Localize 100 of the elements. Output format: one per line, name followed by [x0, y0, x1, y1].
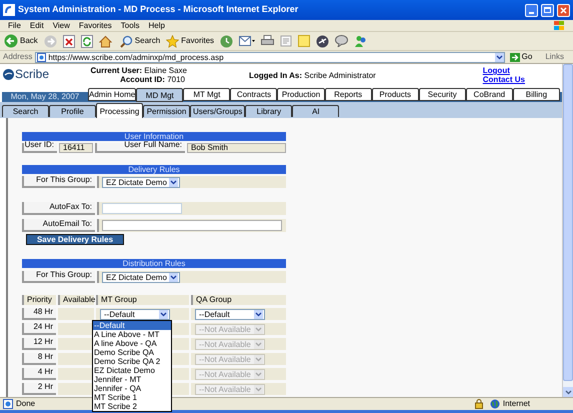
menu-item[interactable]: File [8, 20, 21, 30]
column-header: Priority [22, 295, 56, 305]
main-tab[interactable]: Admin Home [88, 88, 136, 101]
page-icon [3, 399, 13, 409]
main-tab[interactable]: Production [277, 88, 325, 101]
group-select[interactable]: EZ Dictate Demo [102, 272, 180, 282]
sub-tab[interactable]: Library [245, 105, 292, 117]
dropdown-arrow-icon [254, 324, 263, 334]
go-arrow-icon [510, 52, 520, 62]
mail-icon[interactable] [239, 35, 256, 47]
printer-icon[interactable] [261, 35, 274, 47]
available-cell [58, 308, 94, 320]
field-label: AutoFax To: [22, 202, 95, 215]
section-header: Delivery Rules [22, 165, 286, 174]
sub-tab[interactable]: Search [2, 105, 49, 117]
dropdown-option[interactable]: Jennifer - MT [93, 375, 171, 384]
main-tab[interactable]: CoBrand [466, 88, 513, 101]
available-cell [58, 353, 94, 365]
browser-icon [3, 4, 15, 16]
field-label: 2 Hr [22, 383, 56, 395]
dropdown-arrow-icon [254, 384, 263, 394]
save-delivery-rules-button[interactable]: Save Delivery Rules [26, 234, 124, 245]
field-label: For This Group: [22, 176, 95, 188]
messenger-icon[interactable] [354, 34, 368, 48]
minimize-button[interactable] [525, 4, 538, 16]
logo-swirl-icon [3, 68, 14, 80]
available-cell [58, 383, 94, 395]
field-label: User ID: [22, 143, 57, 153]
main-tab[interactable]: Reports [324, 88, 372, 101]
close-button[interactable] [557, 4, 570, 16]
dropdown-option[interactable]: A Line Above - MT [93, 330, 171, 339]
dropdown-option[interactable]: MT Scribe 1 [93, 393, 171, 402]
close-icon [560, 6, 567, 14]
main-tab[interactable]: Security [418, 88, 466, 101]
sub-tab[interactable]: Permission [143, 105, 190, 117]
search-icon [120, 34, 133, 48]
mt-group-select[interactable]: --Default [100, 308, 170, 320]
refresh-icon[interactable] [80, 34, 93, 48]
column-header: QA Group [191, 295, 286, 305]
edit-page-icon[interactable] [280, 35, 292, 47]
dropdown-option[interactable]: Demo Scribe QA [93, 348, 171, 357]
menu-item[interactable]: Help [148, 20, 165, 30]
globe-icon [490, 399, 500, 409]
window-title: System Administration - MD Process - Microsoft Internet Explorer [18, 3, 300, 16]
autoemail-input[interactable] [102, 220, 282, 231]
dropdown-option[interactable]: Jennifer - QA [93, 384, 171, 393]
dropdown-option[interactable]: Demo Scribe QA 2 [93, 357, 171, 366]
sub-tab[interactable]: AI [292, 105, 340, 117]
address-label: Address [3, 51, 32, 63]
field-label: 48 Hr [22, 308, 56, 320]
favorites-button[interactable]: Favorites [166, 34, 214, 48]
sub-tab[interactable]: Profile [49, 105, 96, 117]
menu-item[interactable]: Edit [30, 20, 44, 30]
field-label: 12 Hr [22, 338, 56, 350]
main-tab[interactable]: Billing [512, 88, 560, 101]
group-select[interactable]: EZ Dictate Demo [102, 176, 180, 188]
zone-text: Internet [502, 398, 531, 410]
back-button[interactable]: Back [4, 34, 38, 48]
menu-item[interactable]: View [52, 20, 70, 30]
maximize-button[interactable] [541, 4, 554, 16]
address-field[interactable]: https://www.scribe.com/adminxp/md_process.asp [35, 52, 505, 62]
section-header: Distribution Rules [22, 259, 286, 268]
header-link[interactable]: Contact Us [482, 75, 525, 84]
main-tab[interactable]: MD Mgt [136, 88, 184, 102]
speech-bubble-icon[interactable] [335, 35, 348, 47]
dropdown-arrow-icon [254, 340, 263, 348]
field-label: AutoEmail To: [22, 219, 95, 232]
menu-item[interactable]: Tools [120, 20, 140, 30]
star-icon [166, 34, 180, 48]
field-label: 8 Hr [22, 353, 56, 365]
home-icon[interactable] [98, 34, 112, 48]
history-icon[interactable] [220, 34, 234, 48]
sub-tab[interactable]: Users/Groups [190, 105, 246, 117]
dropdown-option[interactable]: --Default [93, 321, 171, 330]
date-banner: Mon, May 28, 2007 [2, 92, 88, 102]
dropdown-option[interactable]: MT Scribe 2 [93, 402, 171, 411]
logged-in-text: Logged In As: Scribe Administrator [249, 70, 376, 82]
dropdown-arrow-icon [168, 272, 178, 282]
dropdown-option[interactable]: A line Above - QA [93, 339, 171, 348]
maximize-icon [544, 7, 551, 13]
main-tab[interactable]: Products [372, 88, 419, 101]
menu-item[interactable]: Favorites [78, 20, 112, 30]
autofax-input[interactable] [102, 203, 182, 214]
dropdown-arrow-icon [159, 310, 168, 318]
go-button[interactable]: Go [508, 51, 534, 63]
dropdown-option[interactable]: EZ Dictate Demo [93, 366, 171, 375]
sub-tab[interactable]: Processing [96, 103, 143, 118]
user-id-value: 16411 [59, 143, 93, 153]
scroll-down-icon[interactable] [563, 387, 573, 397]
header-link[interactable]: Logout [482, 66, 525, 75]
qa-group-select[interactable]: --Default [195, 308, 265, 320]
field-label: For This Group: [22, 271, 95, 283]
main-tab[interactable]: MT Mgt [183, 88, 230, 101]
back-arrow-icon [4, 34, 18, 48]
column-header: Available [58, 295, 94, 305]
field-label: User Full Name: [95, 143, 185, 153]
stop-icon[interactable] [62, 34, 75, 48]
search-button[interactable]: Search [120, 34, 160, 48]
links-label[interactable]: Links [545, 51, 570, 63]
main-tab[interactable]: Contracts [230, 88, 278, 101]
